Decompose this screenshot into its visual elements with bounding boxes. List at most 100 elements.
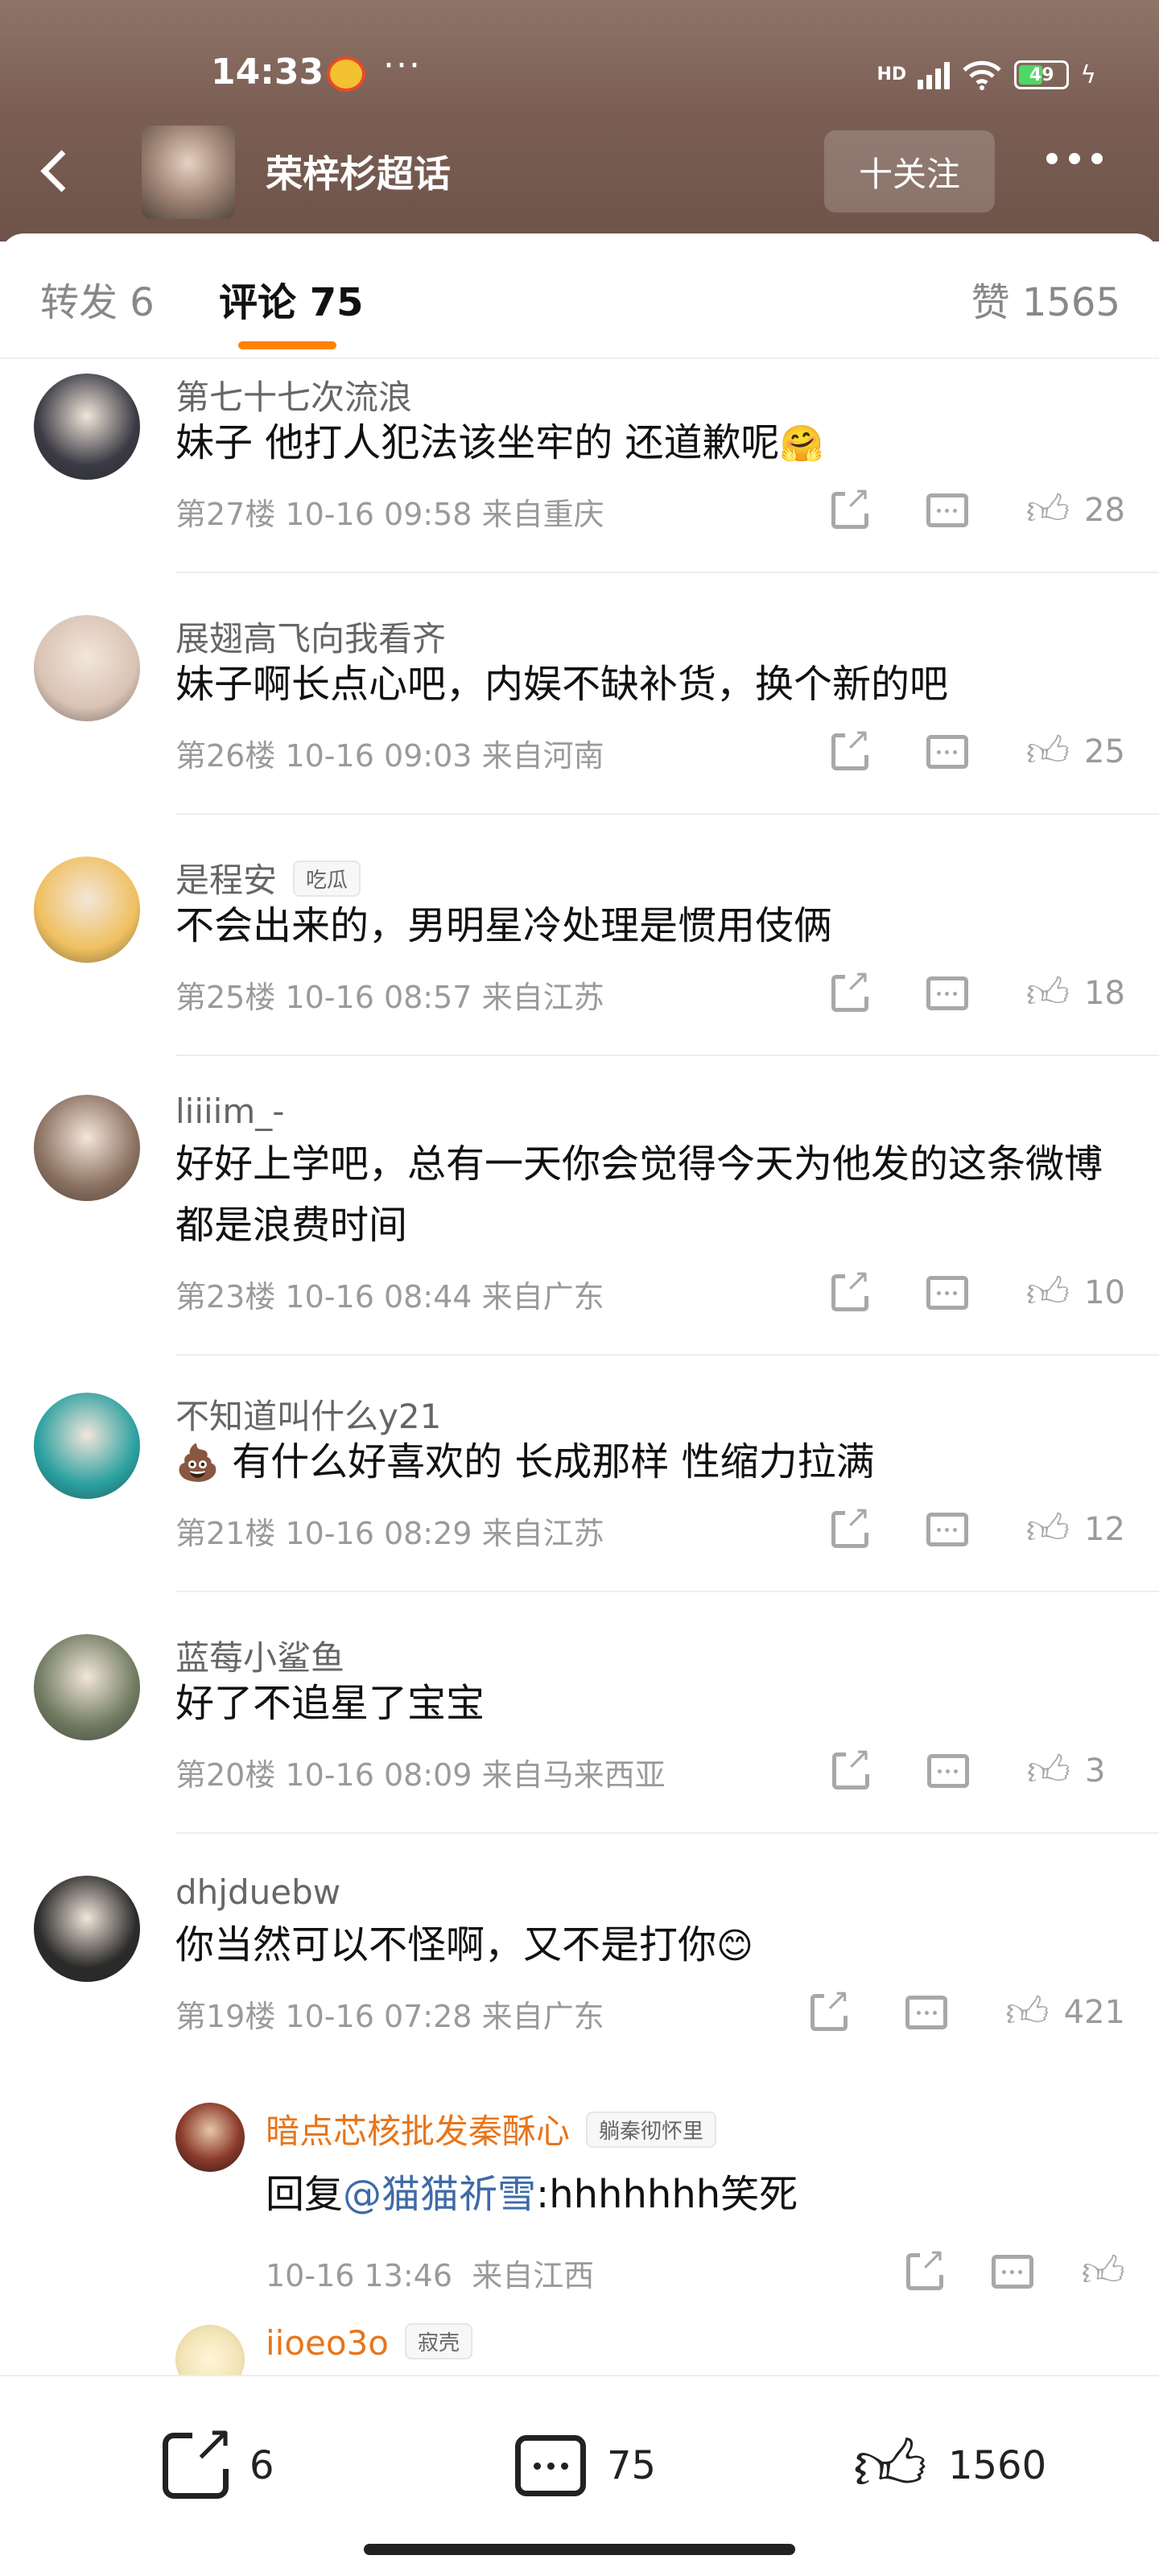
like-count: 12 bbox=[1084, 1511, 1125, 1548]
reply-prefix: 回复 bbox=[266, 2172, 344, 2217]
reply-button[interactable] bbox=[926, 1754, 969, 1788]
sub-reply-author-name[interactable]: 暗点芯核批发秦酥心 bbox=[266, 2112, 570, 2151]
share-icon bbox=[831, 1264, 871, 1311]
share-button[interactable] bbox=[810, 1984, 851, 2031]
reply-button[interactable] bbox=[926, 1513, 968, 1546]
reply-button[interactable] bbox=[926, 735, 968, 769]
comment-body: 妹子啊长点心吧，内娱不缺补货，换个新的吧 bbox=[175, 662, 949, 707]
comment-floor: 第25楼 bbox=[175, 980, 276, 1015]
comment-floor: 第23楼 bbox=[175, 1279, 276, 1315]
share-button[interactable] bbox=[831, 1742, 872, 1790]
reply-button[interactable] bbox=[991, 2255, 1033, 2289]
reply-button[interactable] bbox=[926, 1276, 968, 1310]
status-right: HD 49 ϟ bbox=[877, 55, 1096, 95]
comment-count: 75 bbox=[607, 2443, 657, 2488]
comment-time: 10-16 08:57 bbox=[285, 980, 472, 1015]
commenter-avatar[interactable] bbox=[34, 615, 140, 721]
thumbs-up-icon: 👍︎ bbox=[1025, 1269, 1070, 1317]
like-button[interactable]: 👍︎ 28 bbox=[1026, 489, 1125, 531]
like-button[interactable]: 👍︎ 3 bbox=[1027, 1750, 1125, 1792]
more-options-button[interactable] bbox=[1046, 153, 1103, 164]
reply-button[interactable] bbox=[926, 493, 968, 527]
signal-icon bbox=[918, 60, 951, 89]
share-button[interactable] bbox=[831, 1501, 871, 1548]
commenter-name-text[interactable]: 展翅高飞向我看齐 bbox=[175, 619, 446, 658]
comment-time: 10-16 08:09 bbox=[285, 1757, 472, 1793]
commenter-name-text[interactable]: dhjduebw bbox=[175, 1872, 340, 1912]
wifi-icon bbox=[963, 60, 1001, 90]
commenter-name-text[interactable]: 是程安 bbox=[175, 861, 277, 900]
tab-comments[interactable]: 评论 75 bbox=[219, 270, 364, 327]
emoji-icon: 🤗 bbox=[779, 423, 824, 464]
commenter-avatar[interactable] bbox=[34, 1634, 140, 1740]
mention-link[interactable]: @猫猫祈雪 bbox=[343, 2172, 536, 2217]
back-button[interactable] bbox=[32, 137, 80, 201]
comment-floor: 第21楼 bbox=[175, 1516, 276, 1551]
commenter-name[interactable]: liiiim_- bbox=[175, 1092, 284, 1131]
sub-reply-2-author[interactable]: iioeo3o 寂壳 bbox=[266, 2323, 473, 2363]
commenter-avatar[interactable] bbox=[34, 374, 140, 480]
commenter-name-text[interactable]: 蓝莓小鲨鱼 bbox=[175, 1638, 344, 1678]
reply-icon bbox=[991, 2255, 1033, 2289]
bottom-share-button[interactable]: 6 bbox=[163, 2417, 274, 2502]
header: 14:33 ··· HD 49 ϟ 荣梓杉超话 十关注 bbox=[0, 0, 1159, 242]
dot-icon bbox=[1046, 153, 1058, 164]
emoji-icon: 😊 bbox=[716, 1926, 753, 1967]
tab-repost[interactable]: 转发 6 bbox=[40, 270, 155, 327]
comment-time: 10-16 09:03 bbox=[285, 738, 472, 774]
topic-title[interactable]: 荣梓杉超话 bbox=[266, 145, 451, 198]
like-button[interactable]: 👍︎ 12 bbox=[1026, 1509, 1125, 1550]
commenter-name-text[interactable]: 不知道叫什么y21 bbox=[175, 1397, 441, 1436]
reply-button[interactable] bbox=[926, 976, 968, 1010]
commenter-avatar[interactable] bbox=[34, 1095, 140, 1201]
share-icon bbox=[810, 1984, 851, 2031]
comment-location: 来自江苏 bbox=[481, 980, 604, 1015]
comment-actions: 👍︎ 18 bbox=[831, 964, 1125, 1018]
comment-floor: 第26楼 bbox=[175, 738, 276, 774]
comment-text: 你当然可以不怪啊，又不是打你😊 bbox=[175, 1914, 1125, 1977]
share-icon bbox=[905, 2243, 946, 2290]
commenter-avatar[interactable] bbox=[34, 1393, 140, 1499]
bottom-comment-button[interactable]: 75 bbox=[515, 2429, 656, 2502]
reply-icon bbox=[926, 1754, 969, 1788]
thumbs-up-icon: 👍︎ bbox=[1025, 728, 1070, 776]
reply-icon bbox=[926, 493, 968, 527]
reply-icon bbox=[926, 976, 968, 1010]
commenter-avatar[interactable] bbox=[34, 857, 140, 963]
thumbs-up-icon: 👍︎ bbox=[1081, 2248, 1125, 2296]
share-button[interactable] bbox=[831, 1264, 871, 1311]
sub-reply-2-badge: 寂壳 bbox=[405, 2323, 473, 2359]
share-button[interactable] bbox=[831, 964, 871, 1012]
bottom-like-button[interactable]: 👍︎ 1560 bbox=[853, 2429, 1046, 2502]
comment-location: 来自河南 bbox=[481, 738, 604, 774]
commenter-name-text[interactable]: 第七十七次流浪 bbox=[175, 378, 412, 417]
like-button[interactable]: 👍︎ bbox=[1082, 2251, 1125, 2293]
sub-reply-avatar[interactable] bbox=[175, 2103, 245, 2172]
like-button[interactable]: 👍︎ 18 bbox=[1026, 972, 1125, 1014]
like-button[interactable]: 👍︎ 421 bbox=[1005, 1992, 1125, 2033]
battery-icon: 49 bbox=[1014, 60, 1070, 89]
follow-button[interactable]: 十关注 bbox=[824, 130, 995, 213]
sub-reply-author[interactable]: 暗点芯核批发秦酥心 躺秦彻怀里 bbox=[266, 2104, 717, 2153]
commenter-avatar[interactable] bbox=[34, 1876, 140, 1982]
share-button[interactable] bbox=[905, 2243, 946, 2290]
reply-icon bbox=[926, 735, 968, 769]
like-button[interactable]: 👍︎ 25 bbox=[1026, 731, 1125, 773]
sub-reply-2-author-name[interactable]: iioeo3o bbox=[266, 2323, 389, 2363]
comment-location: 来自广东 bbox=[481, 1999, 604, 2034]
reply-icon bbox=[926, 1276, 968, 1310]
reply-button[interactable] bbox=[905, 1996, 948, 2029]
comment-divider bbox=[175, 1354, 1159, 1356]
topic-avatar[interactable] bbox=[142, 126, 235, 219]
share-button[interactable] bbox=[831, 481, 871, 529]
share-button[interactable] bbox=[831, 723, 871, 770]
status-bar: 14:33 ··· HD 49 ϟ bbox=[0, 45, 1159, 101]
commenter-name[interactable]: dhjduebw bbox=[175, 1872, 340, 1912]
commenter-name-text[interactable]: liiiim_- bbox=[175, 1092, 284, 1131]
like-button[interactable]: 👍︎ 10 bbox=[1026, 1272, 1125, 1314]
thumbs-up-icon: 👍︎ bbox=[1025, 1505, 1070, 1554]
hd-label: HD bbox=[876, 64, 907, 85]
home-indicator[interactable] bbox=[364, 2544, 795, 2555]
share-icon bbox=[163, 2417, 234, 2499]
tab-likes[interactable]: 赞 1565 bbox=[971, 270, 1120, 327]
